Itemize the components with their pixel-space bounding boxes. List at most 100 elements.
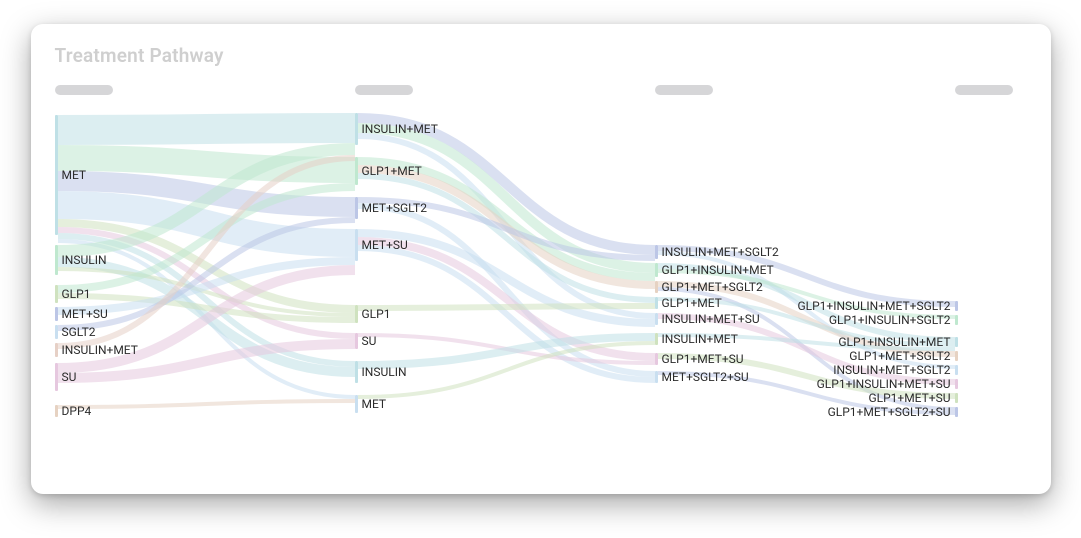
sankey-node-bar — [355, 113, 358, 145]
sankey-node-bar — [655, 281, 658, 293]
sankey-node-label: INSULIN+MET+SGLT2 — [833, 364, 950, 376]
sankey-node-label: GLP1+MET — [362, 165, 422, 177]
stage-headers — [55, 85, 1027, 99]
sankey-node-label: INSULIN — [362, 366, 407, 378]
sankey-node-label: MET+SU — [62, 308, 108, 320]
sankey-node-bar — [955, 393, 958, 403]
sankey-link — [58, 158, 355, 170]
sankey-node[interactable]: GLP1+MET+SU — [868, 393, 957, 403]
chart-title: Treatment Pathway — [55, 44, 1027, 67]
sankey-chart: MET INSULIN GLP1 MET+SU SGLT2 INSULIN+MET SU DP… — [55, 105, 1027, 455]
sankey-node[interactable]: MET+SGLT2+SU — [655, 371, 749, 383]
sankey-node[interactable]: GLP1+INSULIN+MET — [838, 337, 957, 347]
sankey-node-bar — [955, 337, 958, 347]
sankey-node-bar — [55, 343, 58, 357]
sankey-node[interactable]: GLP1+MET+SGLT2+SU — [828, 407, 958, 417]
sankey-node-bar — [655, 245, 658, 259]
sankey-node[interactable]: DPP4 — [55, 405, 92, 417]
sankey-node-bar — [355, 333, 358, 349]
sankey-node-bar — [355, 305, 358, 323]
sankey-node[interactable]: INSULIN+MET — [55, 343, 138, 357]
sankey-node-bar — [355, 229, 358, 261]
sankey-node-label: MET — [62, 169, 87, 181]
sankey-link — [358, 169, 655, 285]
sankey-node-label: INSULIN+MET — [62, 344, 138, 356]
sankey-node-bar — [355, 197, 358, 219]
sankey-node-bar — [655, 333, 658, 345]
sankey-node-label: MET+SU — [362, 239, 408, 251]
sankey-node[interactable]: MET — [355, 395, 387, 413]
sankey-node-bar — [55, 363, 58, 391]
sankey-node-label: GLP1 — [62, 288, 91, 300]
sankey-node[interactable]: GLP1+INSULIN+MET — [655, 263, 774, 277]
sankey-node-label: INSULIN — [62, 254, 107, 266]
sankey-node-bar — [55, 245, 58, 275]
sankey-node-bar — [55, 285, 58, 303]
sankey-node-label: INSULIN+MET — [662, 333, 738, 345]
stage-header-4 — [955, 85, 1013, 95]
sankey-node[interactable]: GLP1 — [355, 305, 391, 323]
sankey-node-bar — [55, 115, 58, 235]
sankey-node-bar — [655, 263, 658, 277]
sankey-node-bar — [955, 301, 958, 311]
sankey-node[interactable]: GLP1+INSULIN+MET+SGLT2 — [797, 301, 957, 311]
sankey-node-label: GLP1+INSULIN+MET+SU — [817, 378, 951, 390]
sankey-node[interactable]: MET+SU — [355, 229, 408, 261]
sankey-node[interactable]: MET+SU — [55, 307, 108, 321]
sankey-node-label: GLP1+MET+SU — [868, 392, 950, 404]
sankey-node-label: MET+SGLT2+SU — [662, 371, 749, 383]
sankey-node-bar — [55, 307, 58, 321]
sankey-node[interactable]: GLP1+MET — [355, 157, 422, 185]
sankey-node[interactable]: GLP1+MET+SGLT2 — [655, 281, 763, 293]
sankey-node[interactable]: MET — [55, 115, 87, 235]
sankey-node[interactable]: GLP1+MET+SU — [655, 353, 744, 365]
sankey-node-label: GLP1+INSULIN+MET — [838, 336, 950, 348]
sankey-node-label: SU — [62, 371, 77, 383]
sankey-node-bar — [655, 297, 658, 309]
sankey-link — [58, 205, 355, 243]
sankey-node[interactable]: INSULIN+MET+SU — [655, 313, 760, 325]
sankey-node-bar — [55, 405, 58, 417]
sankey-node-bar — [955, 407, 958, 417]
sankey-node-label: MET+SGLT2 — [362, 202, 427, 214]
sankey-node-label: SU — [362, 335, 377, 347]
sankey-node-label: DPP4 — [62, 405, 92, 417]
sankey-node[interactable]: INSULIN+MET — [655, 333, 738, 345]
sankey-node[interactable]: INSULIN — [55, 245, 107, 275]
stage-header-3 — [655, 85, 713, 95]
sankey-node[interactable]: SGLT2 — [55, 325, 96, 339]
sankey-node-bar — [655, 313, 658, 325]
sankey-node-label: GLP1+MET+SGLT2 — [849, 350, 950, 362]
sankey-node-label: INSULIN+MET — [362, 123, 438, 135]
sankey-node[interactable]: INSULIN+MET+SGLT2 — [833, 365, 957, 375]
sankey-link — [358, 306, 655, 308]
sankey-node-label: GLP1+MET+SU — [662, 353, 744, 365]
sankey-node-bar — [955, 365, 958, 375]
sankey-link — [58, 181, 355, 207]
sankey-node[interactable]: GLP1+MET — [655, 297, 722, 309]
stage-header-2 — [355, 85, 413, 95]
sankey-node[interactable]: GLP1+INSULIN+MET+SU — [817, 379, 958, 389]
sankey-node-bar — [355, 395, 358, 413]
sankey-node-bar — [655, 353, 658, 365]
sankey-node-bar — [655, 371, 658, 383]
sankey-node-label: GLP1+INSULIN+MET — [662, 264, 774, 276]
sankey-node[interactable]: INSULIN — [355, 361, 407, 383]
sankey-node-label: MET — [362, 398, 387, 410]
sankey-node-label: INSULIN+MET+SU — [662, 313, 760, 325]
sankey-node[interactable]: SU — [355, 333, 377, 349]
sankey-node-bar — [55, 325, 58, 339]
sankey-node[interactable]: GLP1+MET+SGLT2 — [849, 351, 957, 361]
sankey-node-label: GLP1+MET+SGLT2 — [662, 281, 763, 293]
sankey-node[interactable]: MET+SGLT2 — [355, 197, 427, 219]
sankey-node[interactable]: INSULIN+MET+SGLT2 — [655, 245, 779, 259]
sankey-node[interactable]: GLP1+INSULIN+SGLT2 — [829, 315, 958, 325]
sankey-node[interactable]: GLP1 — [55, 285, 91, 303]
stage-header-1 — [55, 85, 113, 95]
sankey-node-label: GLP1+MET+SGLT2+SU — [828, 406, 951, 418]
sankey-node-bar — [955, 351, 958, 361]
sankey-node[interactable]: SU — [55, 363, 77, 391]
sankey-node[interactable]: INSULIN+MET — [355, 113, 438, 145]
sankey-link — [58, 128, 355, 130]
sankey-node-bar — [955, 379, 958, 389]
